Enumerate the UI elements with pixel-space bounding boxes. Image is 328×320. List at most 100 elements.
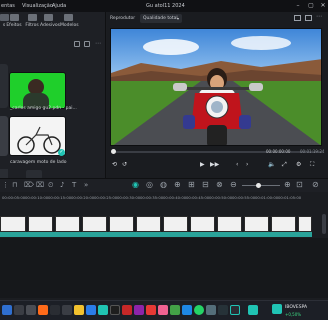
ruler-tick: 00:00:05:00 <box>2 195 26 200</box>
app-icon-gray[interactable] <box>62 305 72 315</box>
tab-filtros[interactable]: Filtros <box>24 14 40 28</box>
app-icon-dark-2[interactable] <box>218 305 228 315</box>
loop-icon[interactable]: ↺ <box>122 161 127 168</box>
zoom-slider[interactable] <box>242 185 280 186</box>
maximize-icon[interactable]: ▢ <box>305 0 317 12</box>
voice-icon[interactable]: ◍ <box>160 180 167 189</box>
app-icon-pink[interactable] <box>158 305 168 315</box>
window-title: Gu atol11 2024 <box>146 3 185 9</box>
app-icon-teal[interactable] <box>98 305 108 315</box>
ruler-tick: 00:00:40:00 <box>163 195 187 200</box>
clip-frame[interactable] <box>28 216 53 232</box>
search-icon[interactable] <box>14 305 24 315</box>
task-view-icon[interactable] <box>26 305 36 315</box>
media-thumbnail-partial[interactable] <box>0 64 8 108</box>
tab-efeitos[interactable]: Efeitos <box>6 14 22 28</box>
menu-item-ferramentas[interactable]: entas <box>1 0 15 12</box>
frame-back-icon[interactable]: ⟲ <box>112 161 117 168</box>
tab-modelos[interactable]: Modelos <box>60 14 79 28</box>
menu-item-visualizacao[interactable]: Visualização <box>22 0 53 12</box>
display-icon[interactable] <box>305 15 312 21</box>
zoom-handle[interactable] <box>256 183 261 188</box>
more-tools-icon[interactable]: » <box>84 181 88 189</box>
close-icon[interactable]: ✕ <box>317 0 328 12</box>
file-explorer-icon[interactable] <box>74 305 84 315</box>
app-icon-purple[interactable] <box>134 305 144 315</box>
media-thumbnail-partial-2[interactable] <box>0 116 8 156</box>
filter-list-icon[interactable] <box>84 41 90 47</box>
tab-adesivos[interactable]: Adesivos <box>40 14 60 28</box>
settings-icon[interactable]: ⚙ <box>296 161 301 168</box>
app-icon-red-2[interactable] <box>146 305 156 315</box>
template-icon <box>63 14 73 21</box>
clip-frame[interactable] <box>82 216 107 232</box>
player-tab[interactable]: Reprodutor <box>110 16 135 21</box>
app-icon-black[interactable] <box>110 305 120 315</box>
next-frame-icon[interactable]: ▶▶ <box>210 161 219 168</box>
app-icon-red[interactable] <box>122 305 132 315</box>
mix-icon[interactable]: ⊟ <box>202 180 209 189</box>
clip-frame[interactable] <box>109 216 134 232</box>
snapshot-icon[interactable] <box>294 15 301 21</box>
snap-icon[interactable]: ⊞ <box>188 180 195 189</box>
minimize-icon[interactable]: – <box>292 0 304 12</box>
quality-dropdown[interactable]: Qualidade total ▾ <box>140 14 182 23</box>
speed-icon[interactable]: ⏲ <box>48 181 53 190</box>
timeline-ruler[interactable]: 00:00:05:00 00:00:10:00 00:00:15:00 00:0… <box>0 192 328 204</box>
play-icon[interactable]: ▶ <box>200 161 205 168</box>
timeline-scrollbar[interactable] <box>322 214 326 234</box>
clip-frame[interactable] <box>55 216 80 232</box>
timeline-settings-icon[interactable]: ⊘ <box>312 180 319 189</box>
undo-icon[interactable]: ⋮ <box>2 181 9 189</box>
clip-frame[interactable] <box>271 216 296 232</box>
expand-icon[interactable]: ⛶ <box>310 161 314 169</box>
stock-widget-icon[interactable] <box>272 304 282 314</box>
clip-frame[interactable] <box>298 216 312 232</box>
next-icon[interactable]: › <box>246 161 248 168</box>
marker-icon[interactable]: ⊕ <box>174 180 181 189</box>
more-icon[interactable]: ⋯ <box>95 41 101 47</box>
app-icon-orange[interactable] <box>38 305 48 315</box>
text-icon[interactable]: T <box>72 181 76 189</box>
audio-waveform[interactable] <box>0 232 312 237</box>
whatsapp-icon[interactable] <box>194 305 204 315</box>
media-panel: s Efeitos Filtros Adesivos Modelos ⋯ _ca… <box>0 12 106 179</box>
fullscreen-icon[interactable]: ⤢ <box>282 161 287 169</box>
crop-icon[interactable]: ⌧ <box>36 181 44 189</box>
video-preview <box>110 28 322 146</box>
zoom-in-icon[interactable]: ⊕ <box>284 180 291 189</box>
app-icon-active[interactable] <box>248 305 258 315</box>
progress-track[interactable] <box>112 151 322 153</box>
clip-frame[interactable] <box>0 216 26 232</box>
more-options-icon[interactable]: ⋯ <box>316 13 322 20</box>
delete-icon[interactable]: ⌦ <box>24 181 34 189</box>
app-icon-dark[interactable] <box>50 305 60 315</box>
grid-view-icon[interactable] <box>74 41 80 47</box>
record-icon[interactable]: ◉ <box>132 180 139 189</box>
clip-frame[interactable] <box>136 216 161 232</box>
effects-icon <box>9 14 19 21</box>
windows-start-icon[interactable] <box>2 305 12 315</box>
app-icon-green[interactable] <box>170 305 180 315</box>
fit-icon[interactable]: ⊡ <box>296 180 303 189</box>
mic-icon[interactable]: ◎ <box>146 180 153 189</box>
zoom-out-icon[interactable]: ⊖ <box>230 180 237 189</box>
filmora-icon[interactable] <box>230 305 240 315</box>
clip-frame[interactable] <box>163 216 188 232</box>
app-icon-blue[interactable] <box>86 305 96 315</box>
app-icon-slate[interactable] <box>206 305 216 315</box>
progress-handle[interactable] <box>111 149 116 154</box>
app-icon-blue-2[interactable] <box>182 305 192 315</box>
split-icon[interactable]: ⊓ <box>12 181 17 189</box>
media-thumbnail-carlos[interactable] <box>9 72 66 109</box>
audio-edit-icon[interactable]: ♪ <box>60 181 64 189</box>
volume-icon[interactable]: 🔈 <box>268 161 275 168</box>
ruler-tick: 00:00:20:00 <box>71 195 95 200</box>
clip-frame[interactable] <box>244 216 269 232</box>
filter-icon <box>27 14 37 21</box>
clip-frame[interactable] <box>217 216 242 232</box>
clip-frame[interactable] <box>190 216 215 232</box>
prev-icon[interactable]: ‹ <box>236 161 238 168</box>
link-icon[interactable]: ⊗ <box>216 180 223 189</box>
menu-item-ajuda[interactable]: Ajuda <box>52 0 66 12</box>
